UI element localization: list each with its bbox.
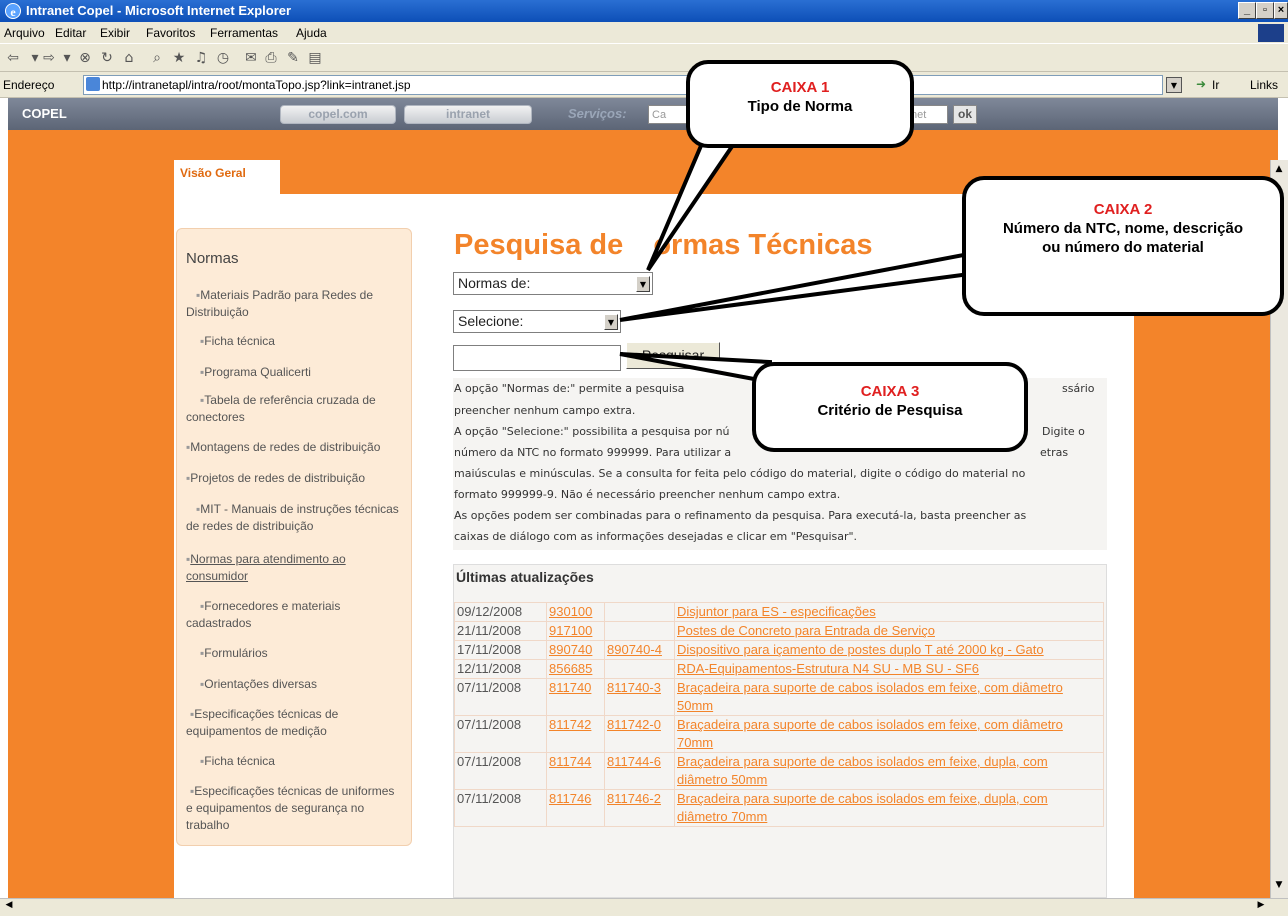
callout-tails [619,118,1004,385]
callout2-title: CAIXA 2 [1093,201,1153,218]
callout1-text: Tipo de Norma [747,98,853,115]
callout2-tail [619,247,1004,322]
callout2-text: Número da NTC, nome, descrição ou número… [1002,220,1244,256]
callout3-tail [619,352,772,385]
scroll-left-icon[interactable]: ◀ [2,900,16,914]
callout1-title: CAIXA 1 [770,79,830,96]
callout3-text: Critério de Pesquisa [817,402,963,419]
callout-caixa-3: CAIXA 3 Critério de Pesquisa [752,362,1028,452]
horizontal-scrollbar[interactable]: ◀ ▶ [0,898,1288,916]
callout-caixa-1: CAIXA 1 Tipo de Norma [686,60,914,148]
scroll-right-icon[interactable]: ▶ [1254,900,1268,914]
callout3-title: CAIXA 3 [860,383,920,400]
callout-caixa-2: CAIXA 2 Número da NTC, nome, descrição o… [962,176,1284,316]
